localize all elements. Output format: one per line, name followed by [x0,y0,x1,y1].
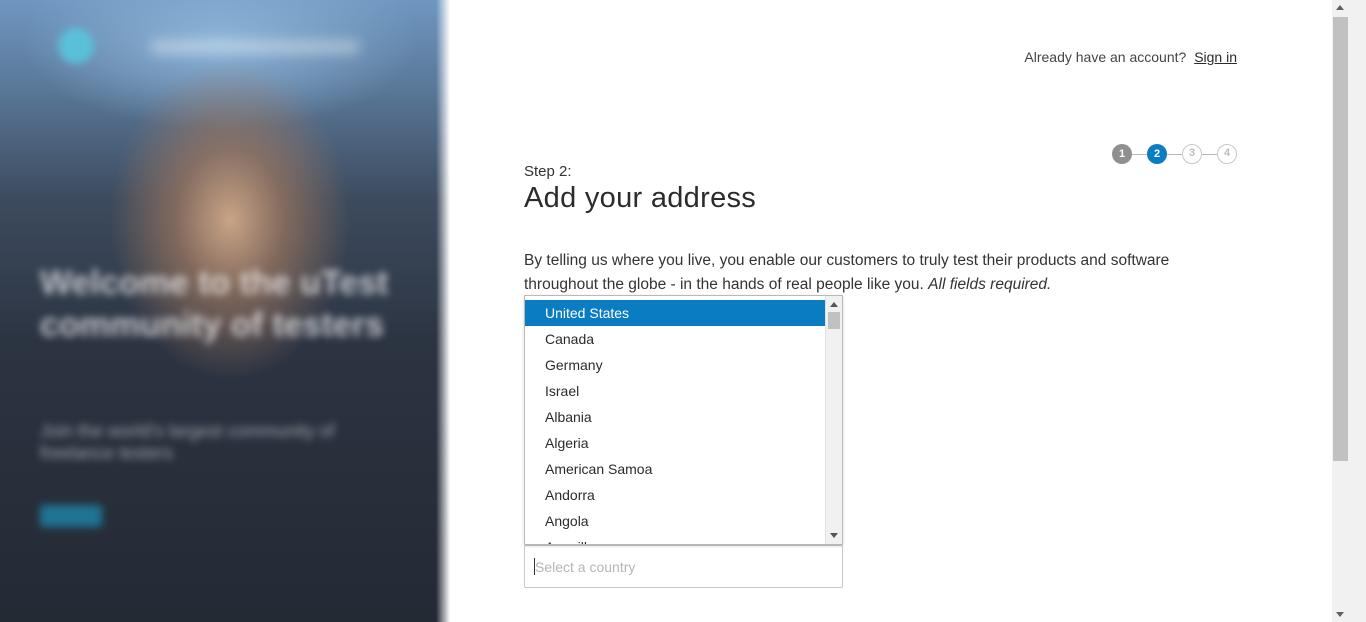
page-title: Add your address [524,182,757,214]
country-option-israel[interactable]: Israel [525,378,825,404]
country-option-anguilla[interactable]: Anguilla [525,534,825,544]
country-option-united-states[interactable]: United States [525,300,825,326]
intro-emphasis: All fields required. [928,276,1052,293]
page-scroll-up-icon[interactable] [1336,5,1344,10]
page-scrollbar-track [1332,0,1366,622]
stepper-connector [1132,153,1147,155]
step-4-indicator: 4 [1217,144,1237,164]
hero-subline: Join the world's largest community of fr… [40,421,335,463]
country-option-canada[interactable]: Canada [525,326,825,352]
progress-stepper: 1 2 3 4 [1112,144,1237,164]
country-option-algeria[interactable]: Algeria [525,430,825,456]
step-2-indicator: 2 [1147,144,1167,164]
country-option-angola[interactable]: Angola [525,508,825,534]
country-option-albania[interactable]: Albania [525,404,825,430]
page-scroll-thumb[interactable] [1333,17,1348,461]
account-prompt: Already have an account? Sign in [1024,49,1237,65]
step-1-indicator: 1 [1112,144,1132,164]
country-option-andorra[interactable]: Andorra [525,482,825,508]
intro-text: By telling us where you live, you enable… [524,249,1214,297]
country-option-american-samoa[interactable]: American Samoa [525,456,825,482]
country-input[interactable] [524,545,843,588]
hero-cta-button[interactable] [40,505,102,527]
dropdown-scrollbar[interactable] [825,296,842,544]
text-caret [534,558,535,575]
intro-body: By telling us where you live, you enable… [524,252,1170,293]
sign-in-link[interactable]: Sign in [1194,49,1237,65]
scroll-down-arrow-icon[interactable] [830,533,838,538]
hero-image-panel: Welcome to the uTest community of tester… [0,0,450,622]
page-scrollbar[interactable] [1332,0,1349,622]
scroll-up-arrow-icon[interactable] [830,302,838,307]
step-label: Step 2: [524,163,572,180]
stepper-connector [1167,153,1182,155]
account-prompt-text: Already have an account? [1024,49,1187,65]
brand-logo [58,28,94,64]
brand-wordmark [150,40,360,54]
step-3-indicator: 3 [1182,144,1202,164]
country-dropdown-list[interactable]: United States Canada Germany Israel Alba… [524,295,843,545]
dropdown-scroll-thumb[interactable] [828,312,840,329]
hero-headline: Welcome to the uTest community of tester… [40,264,389,344]
stepper-connector [1202,153,1217,155]
country-option-germany[interactable]: Germany [525,352,825,378]
page-scroll-down-icon[interactable] [1336,612,1344,617]
